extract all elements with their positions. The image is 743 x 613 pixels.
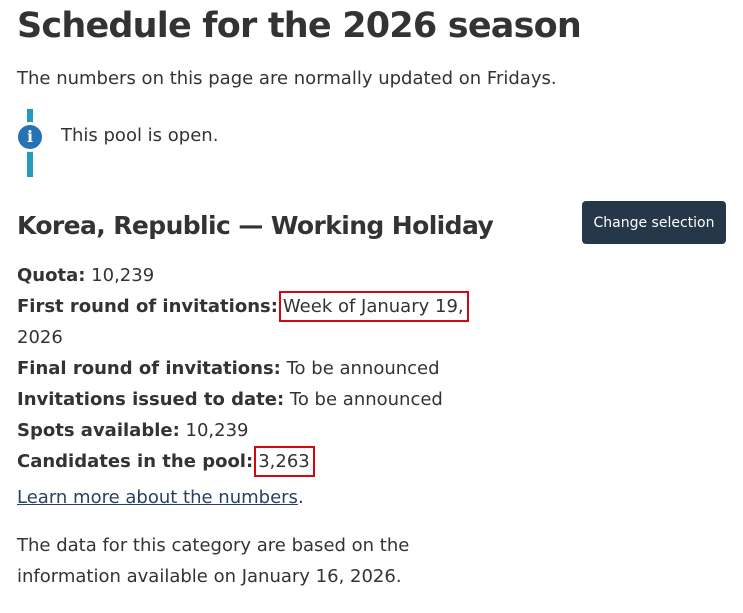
page-title: Schedule for the 2026 season [17, 6, 582, 46]
fact-quota: Quota: 10,239 [17, 260, 487, 291]
change-selection-button[interactable]: Change selection [582, 201, 726, 244]
fact-value: 10,239 [91, 265, 155, 286]
fact-invitations-issued: Invitations issued to date: To be announ… [17, 384, 487, 415]
fact-value: To be announced [289, 389, 443, 410]
notice-text: This pool is open. [61, 125, 219, 146]
learn-more-trailing: . [297, 487, 304, 508]
pool-status-notice: i This pool is open. [15, 109, 417, 177]
fact-label: Spots available: [17, 420, 180, 441]
highlighted-candidates-value: 3,263 [254, 446, 315, 477]
fact-label: Final round of invitations: [17, 358, 281, 379]
fact-final-round: Final round of invitations: To be announ… [17, 353, 487, 384]
pool-title: Korea, Republic — Working Holiday [17, 211, 494, 240]
learn-more-line: Learn more about the numbers. [17, 487, 304, 508]
fact-label: First round of invitations: [17, 296, 278, 317]
fact-value: 10,239 [185, 420, 249, 441]
highlighted-first-round-value: Week of January 19, [278, 291, 469, 322]
pool-facts: Quota: 10,239 First round of invitations… [17, 260, 487, 477]
page-subtitle: The numbers on this page are normally up… [17, 68, 557, 89]
fact-label: Candidates in the pool: [17, 451, 254, 472]
fact-label: Invitations issued to date: [17, 389, 285, 410]
fact-candidates: Candidates in the pool: 3,263 [17, 446, 487, 477]
fact-spots-available: Spots available: 10,239 [17, 415, 487, 446]
fact-value: 2026 [17, 327, 63, 348]
data-basis-note: The data for this category are based on … [17, 535, 410, 587]
info-icon: i [15, 122, 45, 152]
fact-value: To be announced [286, 358, 440, 379]
fact-first-round: First round of invitations: Week of Janua… [17, 291, 487, 353]
learn-more-link[interactable]: Learn more about the numbers [17, 487, 298, 508]
fact-label: Quota: [17, 265, 86, 286]
